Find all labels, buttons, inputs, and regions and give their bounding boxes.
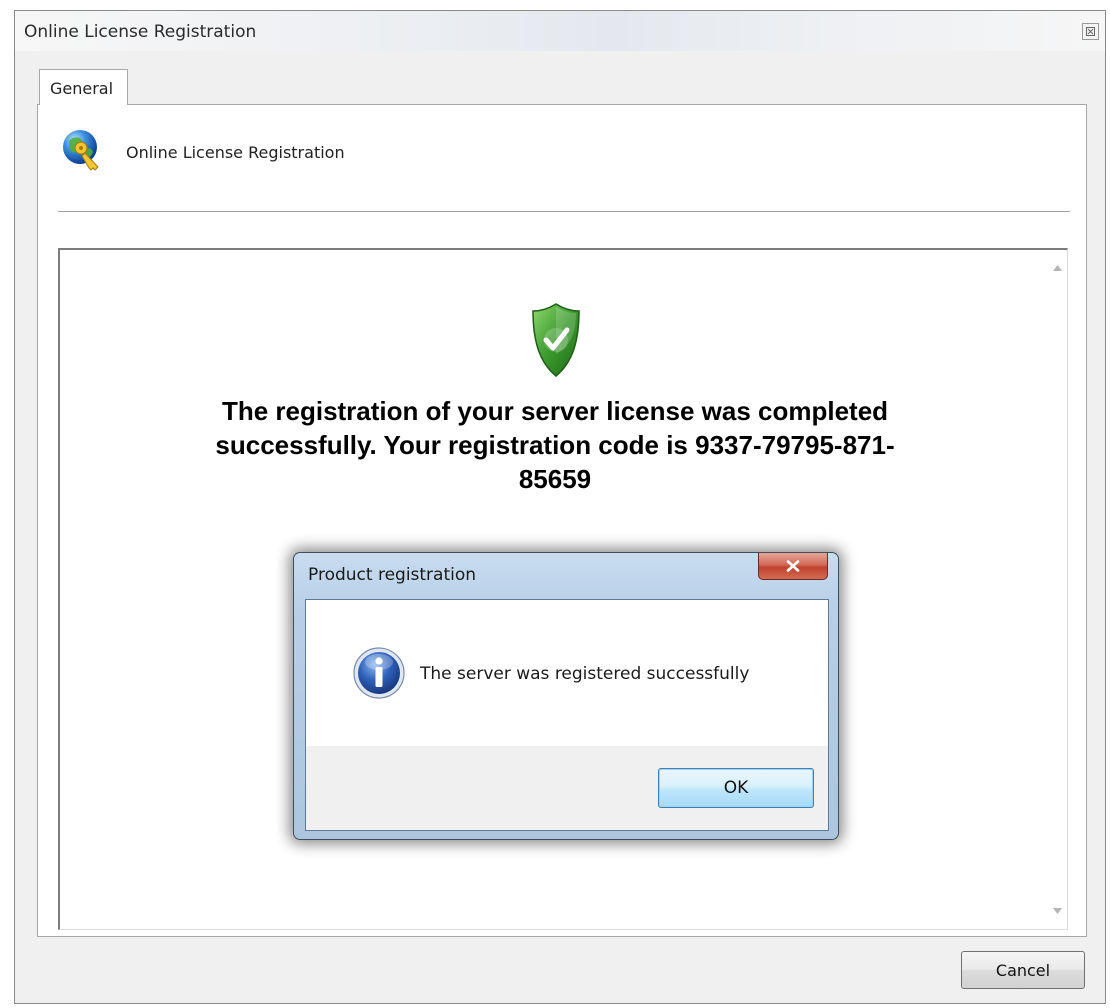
close-icon [1086,27,1095,36]
ok-button[interactable]: OK [658,768,814,808]
dialog-close-button[interactable] [758,553,828,580]
tab-general[interactable]: General [39,69,128,105]
header-title: Online License Registration [126,143,345,162]
dialog-body: The server was registered successfully [306,600,828,746]
arrow-down-icon [1053,908,1062,914]
window-close-button[interactable] [1082,23,1099,40]
window-title: Online License Registration [24,22,257,42]
info-icon [353,647,405,699]
product-registration-dialog: Product registration The server was regi… [293,552,839,840]
dialog-footer: OK [306,746,828,830]
globe-key-icon [63,130,99,171]
vertical-scrollbar[interactable] [1048,250,1067,929]
success-message: The registration of your server license … [215,396,895,494]
separator [58,211,1070,212]
cancel-button[interactable]: Cancel [961,951,1085,989]
dialog-message: The server was registered successfully [420,664,750,684]
dialog-title: Product registration [308,565,477,585]
arrow-up-icon [1053,265,1062,271]
close-icon [786,560,800,572]
scroll-up-button[interactable] [1048,258,1067,278]
dialog-content: The server was registered successfully O… [305,599,829,831]
title-bar[interactable]: Online License Registration [15,11,1105,51]
shield-check-icon [532,303,580,377]
main-window: Online License Registration General Onli… [14,10,1106,1004]
scroll-down-button[interactable] [1048,901,1067,921]
